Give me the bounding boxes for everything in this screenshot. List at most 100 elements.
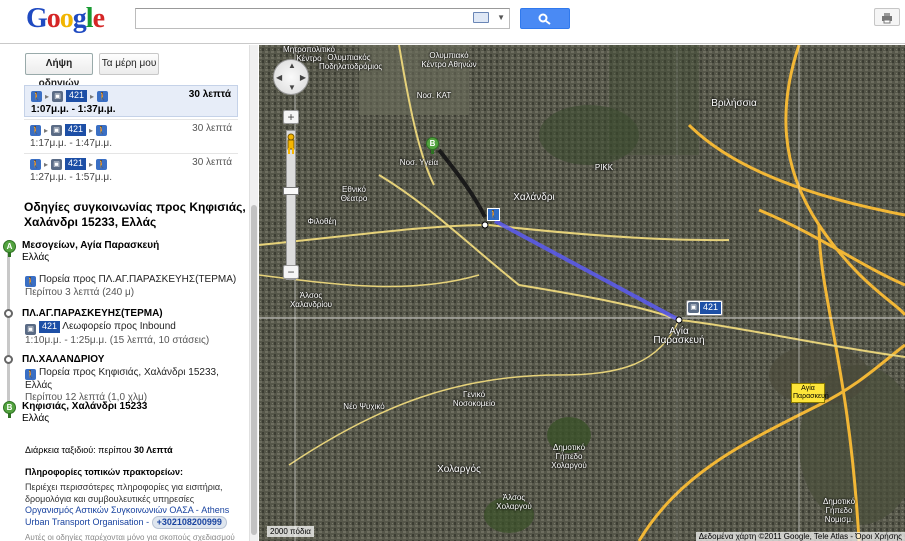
walk-icon: 🚶 (97, 90, 109, 102)
pan-right-icon[interactable]: ▶ (300, 74, 306, 82)
end-name: Κηφισιάς, Χαλάνδρι 15233 (22, 401, 148, 412)
search-box[interactable]: ▼ (135, 8, 510, 29)
timeline-line (7, 240, 10, 410)
stop-1[interactable]: ΠΛ.ΑΓ.ΠΑΡΑΣΚΕΥΗΣ(ΤΕΡΜΑ) (22, 308, 163, 320)
map-label: Αγία Παρασκευή (653, 326, 705, 346)
bus-icon: ▣ (52, 90, 64, 102)
walk-marker-icon[interactable]: 🚶 (487, 208, 500, 221)
walk-icon: 🚶 (31, 90, 42, 102)
route-duration: 30 λεπτά (192, 123, 232, 134)
print-button[interactable] (874, 8, 900, 26)
bus-icon: ▣ (688, 302, 699, 313)
route-times: 1:17μ.μ. - 1:47μ.μ. (30, 138, 112, 149)
stop-name: ΠΛ.ΧΑΛΑΝΔΡΙΟΥ (22, 354, 105, 365)
map-label: Φιλοθέη (307, 217, 337, 226)
trip-value: 30 Λεπτά (134, 445, 173, 455)
printer-icon (882, 13, 892, 24)
route-option-2[interactable]: 🚶 ▸ ▣ 421 ▸ 🚶 30 λεπτά 1:17μ.μ. - 1:47μ.μ. (24, 119, 238, 151)
end-pin-icon[interactable]: B (426, 137, 439, 154)
arrow-icon: ▸ (45, 91, 50, 101)
map-scale: 2000 πόδια (267, 526, 314, 537)
arrow-icon: ▸ (90, 91, 95, 101)
walk-step-1[interactable]: 🚶 Πορεία προς ΠΛ.ΑΓ.ΠΑΡΑΣΚΕΥΗΣ(ΤΕΡΜΑ) Περ… (25, 274, 245, 299)
directions-title: Οδηγίες συγκοινωνίας προς Κηφισιάς, Χαλά… (24, 200, 246, 229)
bus-line-badge: 421 (700, 302, 722, 314)
keyboard-icon[interactable] (473, 12, 489, 23)
start-country: Ελλάς (22, 252, 50, 263)
zoom-in-button[interactable]: + (283, 110, 299, 124)
bus-icon: ▣ (51, 124, 63, 136)
zoom-thumb[interactable] (283, 187, 299, 195)
map-label: Βριλήσσια (711, 98, 757, 109)
start-marker-icon[interactable]: A (3, 240, 16, 257)
walk-icon: 🚶 (30, 158, 41, 170)
stop-node-icon (4, 309, 13, 318)
step-text: Λεωφορείο προς Inbound (62, 321, 176, 332)
map-label: Εθνικό Θέατρο (340, 185, 368, 203)
end-marker-icon[interactable]: B (3, 401, 16, 418)
destination-label[interactable]: Αγία Παρασκευή (791, 383, 829, 403)
zoom-out-button[interactable]: − (283, 265, 299, 279)
map-label: Δημοτικό Γήπεδο Χολαργού (551, 443, 587, 470)
agency-info: Οργανισμός Αστικών Συγκοινωνιών ΟΑΣΑ - A… (25, 505, 230, 529)
disclaimer-text: Αυτές οι οδηγίες παρέχονται μόνο για σκο… (25, 533, 235, 541)
top-bar: Google ▼ (0, 0, 905, 44)
pan-control[interactable]: ▲ ▼ ◀ ▶ (273, 59, 309, 95)
walk-icon: 🚶 (25, 276, 36, 287)
bus-line-badge: 421 (65, 158, 87, 170)
map-label: ΡΙΚΚ (594, 163, 614, 172)
map-label: Νοσ. ΚΑΤ (416, 91, 452, 100)
step-sub: Περίπου 3 λεπτά (240 μ) (25, 287, 135, 298)
start-location[interactable]: Μεσογείων, Αγία Παρασκευή Ελλάς (22, 240, 159, 264)
walk-icon: 🚶 (25, 369, 36, 380)
route-option-3[interactable]: 🚶 ▸ ▣ 421 ▸ 🚶 30 λεπτά 1:27μ.μ. - 1:57μ.μ. (24, 153, 238, 185)
search-icon (538, 13, 551, 25)
bus-icon: ▣ (51, 158, 63, 170)
stop-2[interactable]: ΠΛ.ΧΑΛΑΝΔΡΙΟΥ (22, 354, 104, 366)
map-label: Γενικό Νοσοκομείο (452, 390, 496, 408)
phone-badge[interactable]: +302108200999 (151, 516, 227, 529)
map-label: Ολυμπιακό Κέντρο Αθηνών (421, 51, 477, 69)
bus-line-badge: 421 (66, 90, 88, 102)
map-label: Χολαργός (437, 464, 481, 475)
end-country: Ελλάς (22, 413, 50, 424)
map-attribution[interactable]: Δεδομένα χάρτη ©2011 Google, Tele Atlas … (695, 532, 905, 541)
map-canvas[interactable]: Ολυμπιακό Κέντρο Αθηνών Ολυμπιακός Ποδηλ… (259, 45, 905, 541)
pan-down-icon[interactable]: ▼ (288, 84, 296, 92)
chevron-down-icon[interactable]: ▼ (497, 13, 505, 22)
route-times: 1:27μ.μ. - 1:57μ.μ. (30, 172, 112, 183)
step-text: Πορεία προς Κηφισιάς, Χαλάνδρι 15233, Ελ… (25, 367, 219, 391)
route-times: 1:07μ.μ. - 1:37μ.μ. (31, 104, 116, 115)
bus-step[interactable]: ▣ 421 Λεωφορείο προς Inbound 1:10μ.μ. - 1… (25, 321, 245, 347)
trip-duration: Διάρκεια ταξιδιού: περίπου 30 Λεπτά (25, 445, 173, 455)
trip-label: Διάρκεια ταξιδιού: περίπου (25, 445, 134, 455)
map-label: Άλσος Χολαργού (496, 493, 532, 511)
bus-marker[interactable]: ▣ 421 (686, 300, 724, 316)
agency-description: Περιέχει περισσότερες πληροφορίες για ει… (25, 482, 223, 504)
map-label: Άλσος Χαλανδρίου (289, 291, 333, 309)
walk-icon: 🚶 (96, 124, 108, 136)
google-logo[interactable]: Google (26, 3, 105, 35)
pan-left-icon[interactable]: ◀ (276, 74, 282, 82)
my-places-button[interactable]: Τα μέρη μου (99, 53, 159, 75)
map-label: Δημοτικό Γήπεδο Νομισμ. (822, 497, 856, 524)
route-option-1[interactable]: 🚶 ▸ ▣ 421 ▸ 🚶 30 λεπτά 1:07μ.μ. - 1:37μ.μ. (24, 85, 238, 117)
walk-icon: 🚶 (96, 158, 108, 170)
search-input[interactable] (136, 9, 466, 28)
map-label: Νοσ. Υγεία (399, 158, 439, 167)
search-button[interactable] (520, 8, 570, 29)
walk-icon: 🚶 (30, 124, 41, 136)
step-sub: 1:10μ.μ. - 1:25μ.μ. (15 λεπτά, 10 στάσει… (25, 335, 210, 346)
arrow-icon: ▸ (89, 159, 94, 169)
walk-step-2[interactable]: 🚶 Πορεία προς Κηφισιάς, Χαλάνδρι 15233, Ε… (25, 367, 245, 404)
step-text: Πορεία προς ΠΛ.ΑΓ.ΠΑΡΑΣΚΕΥΗΣ(ΤΕΡΜΑ) (39, 274, 237, 285)
stop-name: ΠΛ.ΑΓ.ΠΑΡΑΣΚΕΥΗΣ(ΤΕΡΜΑ) (22, 308, 163, 319)
end-location[interactable]: Κηφισιάς, Χαλάνδρι 15233 Ελλάς (22, 401, 147, 425)
pegman-icon[interactable] (285, 133, 297, 155)
get-directions-button[interactable]: Λήψη οδηγιών (25, 53, 93, 89)
route-duration: 30 λεπτά (188, 89, 231, 100)
start-name: Μεσογείων, Αγία Παρασκευή (22, 240, 160, 251)
pan-up-icon[interactable]: ▲ (288, 62, 296, 70)
scrollbar-thumb[interactable] (251, 205, 257, 535)
route-duration: 30 λεπτά (192, 157, 232, 168)
